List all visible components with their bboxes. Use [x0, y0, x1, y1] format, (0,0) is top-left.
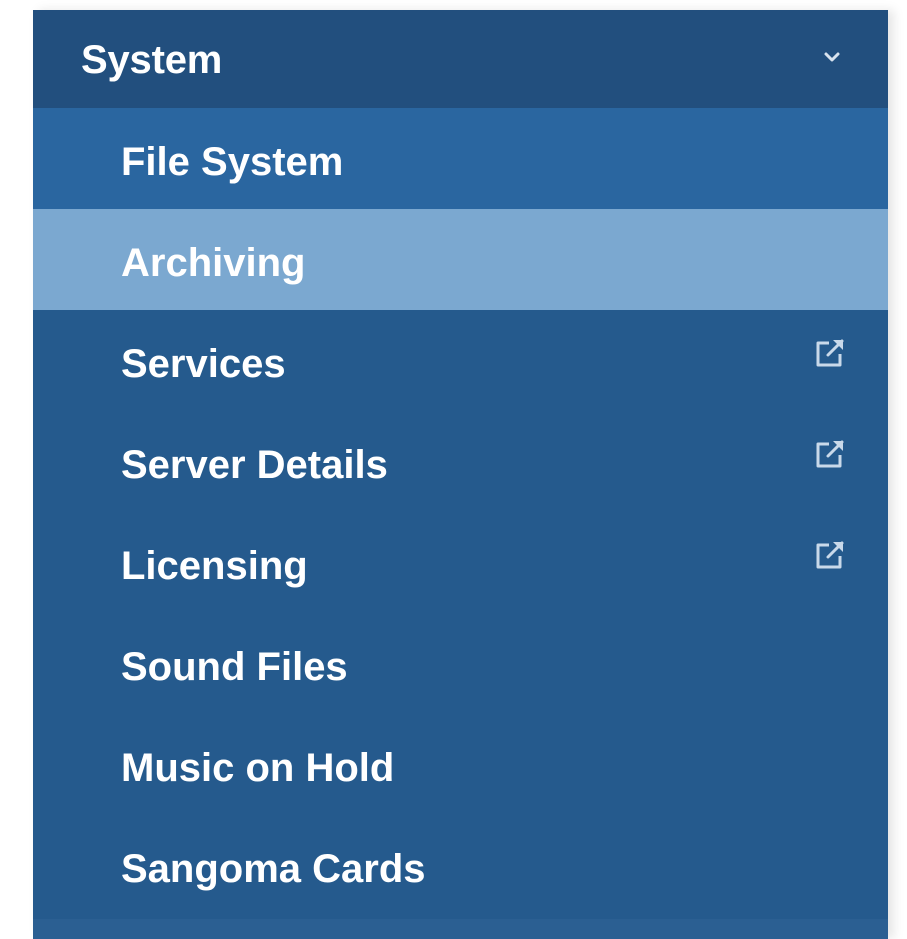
menu-items: File System Archiving Services Server De… — [33, 108, 888, 916]
external-link-icon[interactable] — [809, 536, 849, 576]
menu-item-label: Music on Hold — [121, 746, 395, 790]
menu-item-label: File System — [121, 140, 344, 184]
menu-title: System — [81, 38, 223, 82]
system-menu-header[interactable]: System — [33, 10, 888, 108]
menu-item-server-details[interactable]: Server Details — [33, 411, 888, 512]
menu-bottom-band — [33, 919, 888, 939]
menu-item-sangoma-cards[interactable]: Sangoma Cards — [33, 815, 888, 916]
menu-item-file-system[interactable]: File System — [33, 108, 888, 209]
menu-item-label: Sangoma Cards — [121, 847, 426, 891]
menu-item-services[interactable]: Services — [33, 310, 888, 411]
menu-item-label: Sound Files — [121, 645, 348, 689]
menu-item-archiving[interactable]: Archiving — [33, 209, 888, 310]
external-link-icon[interactable] — [809, 334, 849, 374]
menu-item-sound-files[interactable]: Sound Files — [33, 613, 888, 714]
menu-item-licensing[interactable]: Licensing — [33, 512, 888, 613]
system-menu: System File System Archiving Services Se… — [33, 10, 888, 939]
chevron-down-icon[interactable] — [821, 46, 843, 68]
menu-item-label: Licensing — [121, 544, 308, 588]
external-link-icon[interactable] — [809, 435, 849, 475]
page: System File System Archiving Services Se… — [0, 0, 907, 939]
menu-item-label: Server Details — [121, 443, 388, 487]
menu-item-label: Services — [121, 342, 286, 386]
menu-item-label: Archiving — [121, 241, 306, 285]
menu-item-music-on-hold[interactable]: Music on Hold — [33, 714, 888, 815]
